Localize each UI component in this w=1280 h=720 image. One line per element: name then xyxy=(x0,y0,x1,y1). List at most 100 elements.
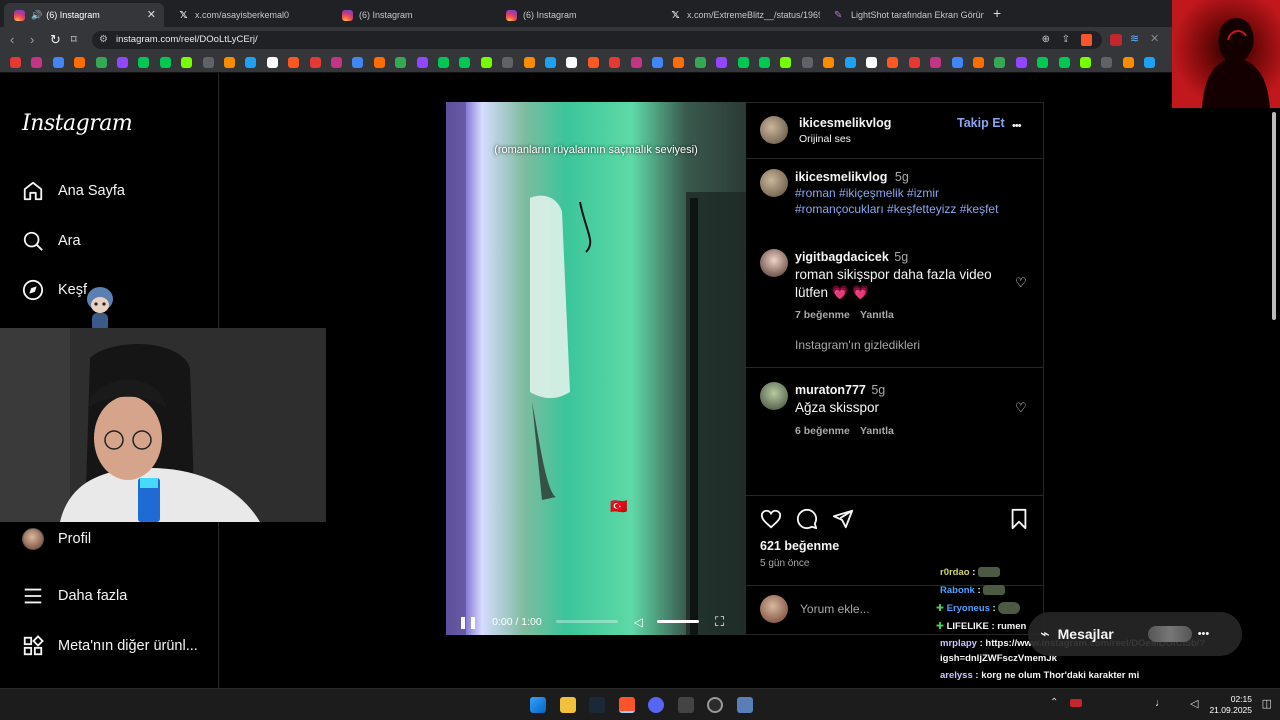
bookmark-icon[interactable] xyxy=(973,57,984,68)
comment-username[interactable]: muraton777 xyxy=(795,383,866,397)
bookmark-icon[interactable] xyxy=(951,57,963,68)
bookmark-icon[interactable] xyxy=(609,57,621,68)
tab-x-asayis[interactable]: 𝕏 x.com/asayisberkemal0 xyxy=(168,3,328,27)
bookmark-icon[interactable] xyxy=(95,57,107,68)
start-icon[interactable] xyxy=(530,697,546,713)
brave-shields-icon[interactable] xyxy=(1081,34,1092,46)
comment-avatar[interactable] xyxy=(760,382,788,410)
caption-hashtags-1[interactable]: #roman #ikiçeşmelik #izmir xyxy=(795,186,939,200)
tab-instagram-2[interactable]: (6) Instagram xyxy=(332,3,492,27)
scrollbar-thumb[interactable] xyxy=(1272,112,1276,320)
video-seek-bar[interactable] xyxy=(555,620,618,623)
like-comment-icon[interactable]: ♡ xyxy=(1015,275,1027,291)
sidebar-item-explore[interactable]: Keşf xyxy=(22,279,87,301)
close-tab-icon[interactable]: ✕ xyxy=(147,8,156,21)
bookmark-page-icon[interactable]: ⌑ xyxy=(71,32,77,48)
bookmark-icon[interactable] xyxy=(202,57,214,68)
caption-avatar[interactable] xyxy=(760,169,788,197)
instagram-logo[interactable]: Instagram xyxy=(22,111,133,136)
bookmark-icon[interactable] xyxy=(245,57,257,68)
bookmark-icon[interactable] xyxy=(10,57,21,68)
bookmark-icon[interactable] xyxy=(395,57,407,68)
sidebar-item-meta[interactable]: Meta'nın diğer ürünl... xyxy=(22,635,198,657)
obs-icon[interactable] xyxy=(707,697,723,713)
bookmark-icon[interactable] xyxy=(866,57,877,68)
pause-icon[interactable]: ❚❚ xyxy=(458,615,478,629)
comment-likes[interactable]: 6 beğenme xyxy=(795,425,850,437)
microphone-icon[interactable]: ♩ xyxy=(1155,697,1166,709)
bookmark-icon[interactable] xyxy=(566,57,578,68)
bookmark-icon[interactable] xyxy=(930,57,942,68)
reel-video[interactable]: (romanların rüyalarının saçmalık seviyes… xyxy=(446,102,746,635)
bookmark-icon[interactable] xyxy=(352,57,364,68)
tab-instagram-active[interactable]: 🔊 (6) Instagram ✕ xyxy=(4,3,164,27)
messages-button[interactable]: ⌁ Mesajlar ••• xyxy=(1028,612,1242,656)
bookmark-icon[interactable] xyxy=(502,57,514,68)
bookmark-icon[interactable] xyxy=(780,57,792,68)
bookmark-icon[interactable] xyxy=(373,57,385,68)
volume-icon[interactable]: ◁ xyxy=(634,615,643,629)
tray-chevron-icon[interactable]: ⌃ xyxy=(1050,697,1058,708)
bookmark-icon[interactable] xyxy=(737,57,749,68)
share-icon[interactable] xyxy=(832,508,854,535)
fullscreen-icon[interactable]: ⛶ xyxy=(715,614,724,630)
like-post-icon[interactable] xyxy=(760,508,782,535)
bookmark-icon[interactable] xyxy=(694,57,706,68)
bookmark-icon[interactable] xyxy=(673,57,685,68)
bookmark-icon[interactable] xyxy=(1101,57,1113,68)
file-explorer-icon[interactable] xyxy=(560,697,576,713)
bookmark-icon[interactable] xyxy=(138,57,150,68)
bookmark-icon[interactable] xyxy=(1122,57,1134,68)
share-icon[interactable]: ⇪ xyxy=(1062,31,1070,49)
bookmark-icon[interactable] xyxy=(309,57,321,68)
comment-input[interactable]: Yorum ekle... xyxy=(800,602,870,616)
save-icon[interactable] xyxy=(1008,508,1030,535)
comment-username[interactable]: yigitbagdacicek xyxy=(795,250,889,264)
bookmark-icon[interactable] xyxy=(416,57,428,68)
url-field[interactable]: ⚙ instagram.com/reel/DOoLtLyCErj/ ⊕ ⇪ xyxy=(92,31,1102,49)
tab-lightshot[interactable]: ✎ LightShot tarafından Ekran Görüntüsü xyxy=(824,3,984,27)
bookmark-icon[interactable] xyxy=(716,57,728,68)
volume-tray-icon[interactable]: ◁ xyxy=(1190,697,1198,710)
bookmark-icon[interactable] xyxy=(52,57,64,68)
bookmark-icon[interactable] xyxy=(1015,57,1027,68)
extension-icon-2[interactable]: ✕ xyxy=(1150,32,1159,45)
bookmark-icon[interactable] xyxy=(459,57,471,68)
comment-icon[interactable] xyxy=(796,508,818,535)
caption-hashtags-2[interactable]: #romançocukları #keşfetteyizz #keşfet xyxy=(795,202,998,216)
bookmark-icon[interactable] xyxy=(480,57,492,68)
bookmark-icon[interactable] xyxy=(224,57,235,68)
bookmark-icon[interactable] xyxy=(801,57,813,68)
author-username[interactable]: ikicesmelikvlog xyxy=(799,116,891,130)
app-icon[interactable] xyxy=(678,697,694,713)
extension-icon[interactable] xyxy=(1110,34,1122,46)
steam-icon[interactable] xyxy=(589,697,605,713)
zoom-icon[interactable]: ⊕ xyxy=(1042,31,1050,49)
extension-wifi-icon[interactable]: ≋ xyxy=(1130,32,1139,45)
bookmark-icon[interactable] xyxy=(159,57,171,68)
bookmark-icon[interactable] xyxy=(1080,57,1091,68)
bookmark-icon[interactable] xyxy=(288,57,300,68)
bookmark-icon[interactable] xyxy=(887,57,899,68)
sidebar-item-more[interactable]: Daha fazla xyxy=(22,585,127,607)
volume-slider[interactable] xyxy=(656,620,699,623)
bookmark-icon[interactable] xyxy=(331,57,342,68)
speaker-icon[interactable]: 🔊 xyxy=(31,10,42,21)
messages-more-icon[interactable]: ••• xyxy=(1198,628,1210,640)
reply-button[interactable]: Yanıtla xyxy=(860,309,894,321)
brave-icon[interactable] xyxy=(619,697,635,713)
bookmark-icon[interactable] xyxy=(545,57,556,68)
follow-button[interactable]: Takip Et xyxy=(957,116,1005,130)
site-info-icon[interactable]: ⚙ xyxy=(99,31,108,49)
bookmark-icon[interactable] xyxy=(74,57,86,68)
new-tab-button[interactable]: + xyxy=(993,5,1001,21)
sidebar-item-home[interactable]: Ana Sayfa xyxy=(22,180,125,202)
bookmark-icon[interactable] xyxy=(117,57,128,68)
sidebar-item-profile[interactable]: Profil xyxy=(22,528,91,550)
forward-icon[interactable]: › xyxy=(30,32,34,48)
tab-instagram-3[interactable]: (6) Instagram xyxy=(496,3,656,27)
reply-button[interactable]: Yanıtla xyxy=(860,425,894,437)
bookmark-icon[interactable] xyxy=(823,57,835,68)
like-comment-icon[interactable]: ♡ xyxy=(1015,400,1027,416)
audio-label[interactable]: Orijinal ses xyxy=(799,133,851,145)
